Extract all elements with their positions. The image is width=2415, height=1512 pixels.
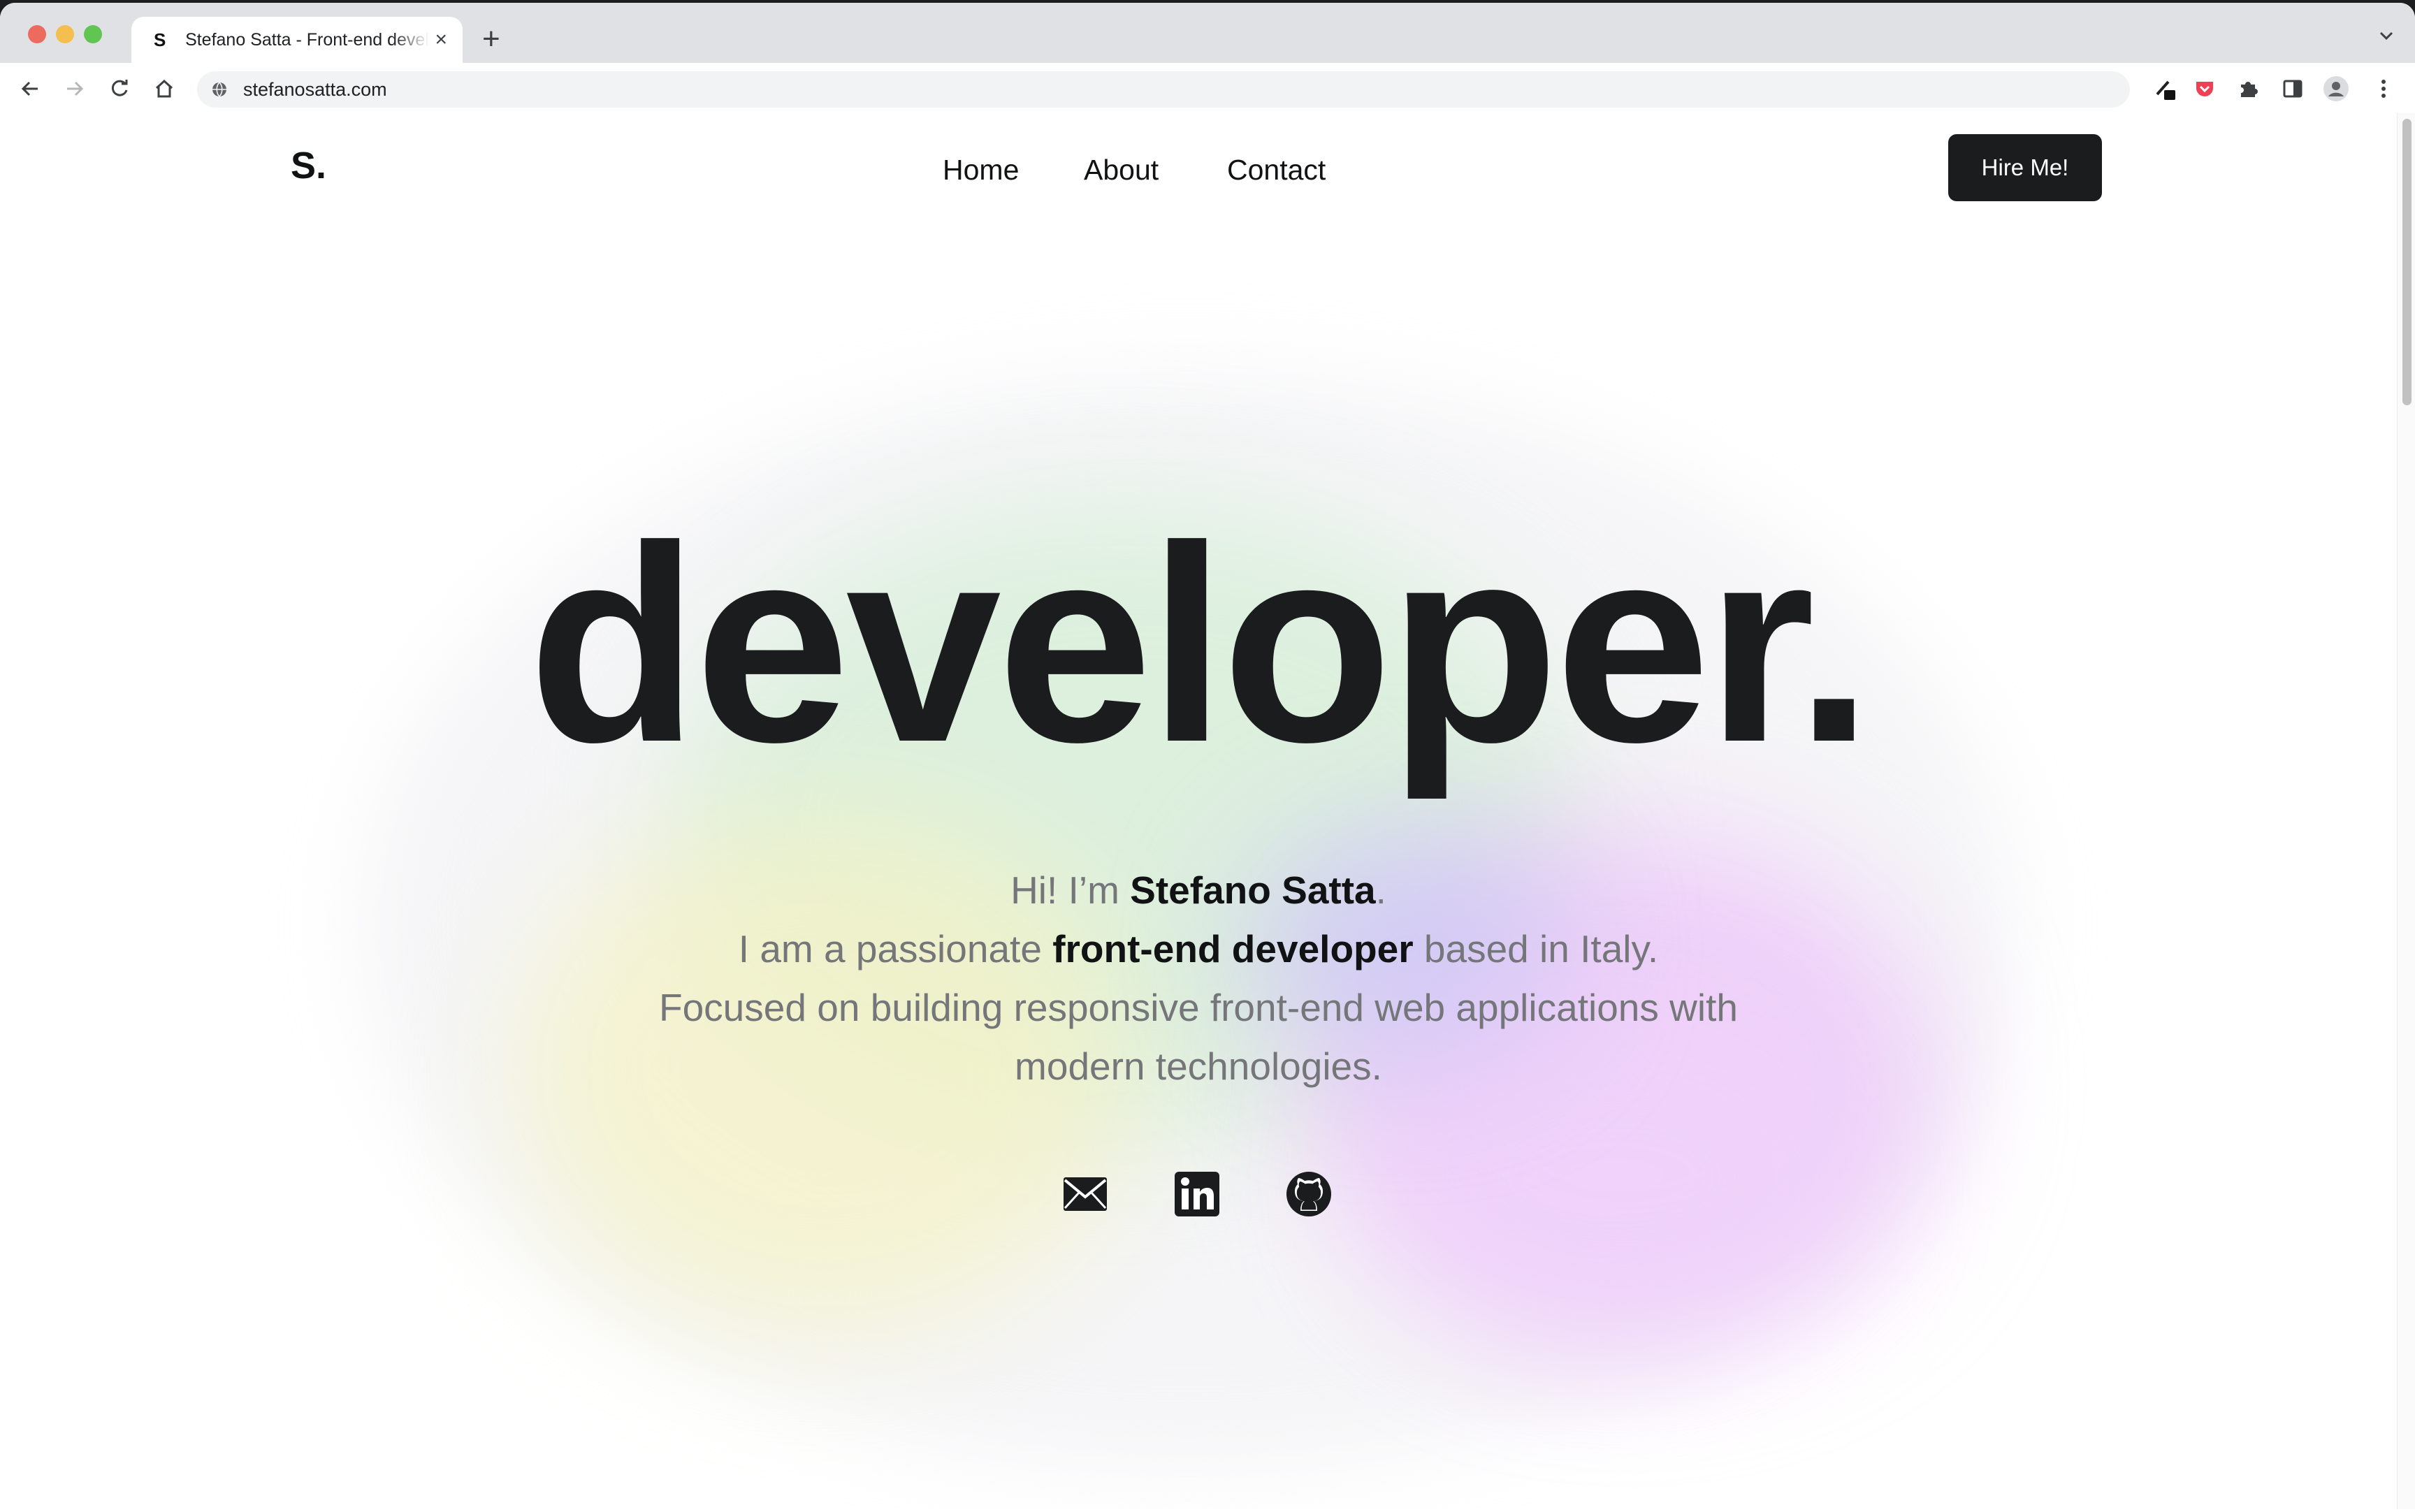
web-page: S. Home About Contact Hire Me! developer…: [0, 113, 2397, 1509]
intro-period: .: [1375, 868, 1386, 912]
address-bar[interactable]: stefanosatta.com: [197, 71, 2130, 108]
intro-line-2: I am a passionate front-end developer ba…: [0, 919, 2397, 978]
browser-toolbar: stefanosatta.com: [0, 63, 2415, 115]
new-tab-button[interactable]: +: [482, 24, 500, 54]
close-window-button[interactable]: [28, 25, 46, 43]
mail-icon[interactable]: [1061, 1170, 1110, 1219]
extension-pen-icon[interactable]: [2152, 75, 2179, 102]
pocket-icon[interactable]: [2191, 75, 2218, 102]
intro-passion: I am a passionate: [738, 927, 1053, 971]
tab-favicon: S: [154, 29, 166, 50]
intro-role: front-end developer: [1052, 927, 1414, 971]
intro-greeting: Hi! I’m: [1010, 868, 1131, 912]
tab-search-icon[interactable]: [2379, 28, 2394, 43]
intro-line-1: Hi! I’m Stefano Satta.: [0, 861, 2397, 919]
tab-strip: S Stefano Satta - Front-end developer × …: [0, 3, 2415, 63]
side-panel-icon[interactable]: [2279, 75, 2306, 102]
active-tab[interactable]: S Stefano Satta - Front-end developer ×: [131, 17, 463, 63]
hero-headline: developer.: [528, 488, 1873, 800]
url-text: stefanosatta.com: [243, 79, 387, 100]
profile-avatar-icon[interactable]: [2323, 75, 2349, 102]
hero-intro: Hi! I’m Stefano Satta. I am a passionate…: [0, 861, 2397, 1096]
extensions-icon[interactable]: [2235, 75, 2261, 102]
back-icon[interactable]: [17, 75, 43, 102]
nav-contact[interactable]: Contact: [1227, 154, 1326, 187]
github-icon[interactable]: [1284, 1170, 1333, 1219]
maximize-window-button[interactable]: [84, 25, 102, 43]
tab-close-button[interactable]: ×: [435, 29, 447, 50]
intro-name: Stefano Satta: [1130, 868, 1376, 912]
home-icon[interactable]: [151, 75, 177, 102]
reload-icon[interactable]: [106, 75, 133, 102]
site-info-icon[interactable]: [211, 81, 228, 98]
intro-line-3: Focused on building responsive front-end…: [659, 986, 1738, 1029]
more-menu-icon[interactable]: [2370, 75, 2397, 102]
linkedin-icon[interactable]: [1173, 1170, 1221, 1219]
forward-icon[interactable]: [61, 75, 88, 102]
scrollbar-thumb[interactable]: [2402, 119, 2412, 405]
intro-location: based in Italy.: [1413, 927, 1659, 971]
nav-home[interactable]: Home: [943, 154, 1019, 187]
hire-me-button[interactable]: Hire Me!: [1948, 134, 2102, 201]
page-scrollbar[interactable]: [2397, 113, 2415, 1509]
intro-line-4: modern technologies.: [1015, 1045, 1382, 1088]
site-logo[interactable]: S.: [291, 144, 326, 187]
minimize-window-button[interactable]: [56, 25, 74, 43]
tab-title: Stefano Satta - Front-end developer: [185, 29, 429, 50]
nav-about[interactable]: About: [1084, 154, 1159, 187]
